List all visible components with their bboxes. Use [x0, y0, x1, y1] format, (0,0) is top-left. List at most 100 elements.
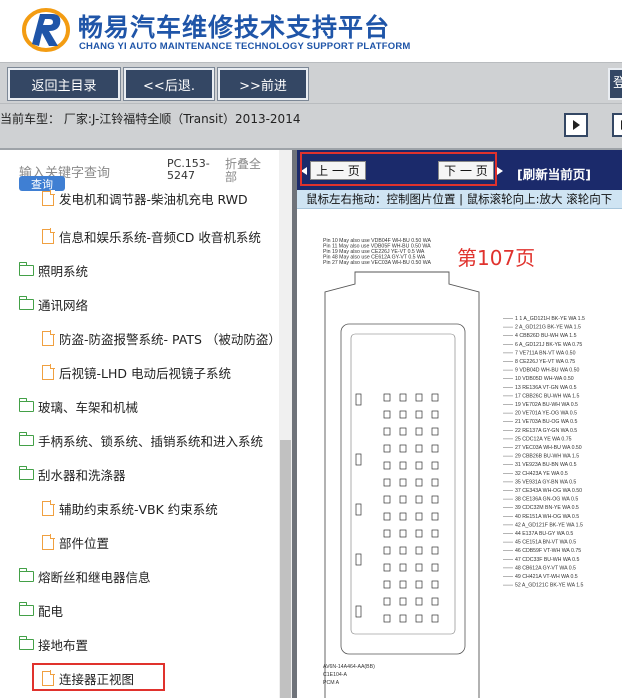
document-icon	[42, 190, 55, 206]
pin-row: 8 CE226J YE-VT WA 0.75	[515, 359, 575, 365]
header: 畅易汽车维修技术支持平台 CHANG YI AUTO MAINTENANCE T…	[0, 0, 622, 62]
pin-row: 32 CH423A YE WA 0.5	[515, 471, 568, 477]
tree-item-label: 发电机和调节器-柴油机充电 RWD	[59, 191, 248, 207]
folder-icon	[18, 465, 34, 480]
main-toolbar: 返回主目录 <<后退. >>前进 登	[0, 62, 622, 104]
tree-item-label: 信息和娱乐系统-音频CD 收音机系统	[59, 229, 261, 245]
tree-item-label: 通讯网络	[38, 297, 89, 313]
tree-item[interactable]: 辅助约束系统-VBK 约束系统	[42, 497, 218, 519]
tree-item-label: 刮水器和洗涤器	[38, 467, 126, 483]
pin-row: 10 VDB05D WH-WA 0.50	[515, 376, 574, 382]
catalog-scroll-thumb[interactable]	[280, 440, 291, 698]
tree-item-label: 玻璃、车架和机械	[38, 399, 139, 415]
tree-item[interactable]: 发电机和调节器-柴油机充电 RWD	[42, 187, 248, 209]
pin-row: 47 CDC33F BU-WH WA 0.5	[515, 557, 579, 563]
page-number: 第107页	[457, 246, 536, 270]
document-icon	[42, 534, 55, 550]
folder-icon	[18, 431, 34, 446]
tree-item[interactable]: 防盗-防盗报警系统- PATS （被动防盗）	[42, 327, 281, 349]
pin-row: 9 VDB04D WH-BU WA 0.50	[515, 368, 579, 374]
pin-row: 17 CBB26C BU-WH WA 1.5	[515, 393, 579, 399]
next-frame-button[interactable]	[564, 113, 588, 137]
pin-row: 2 A_GD121G BK-YE WA 1.5	[515, 325, 581, 331]
pin-row: 7 VE711A BN-VT WA 0.50	[515, 350, 576, 356]
pin-row: 49 CH421A VT-WH WA 0.5	[515, 574, 578, 580]
tree-item-label: 部件位置	[59, 535, 110, 551]
tree-item-label: 照明系统	[38, 263, 89, 279]
pin-row: 19 VE702A BU-WH WA 0.5	[515, 402, 578, 408]
viewer-hint: 鼠标左右拖动：控制图片位置 | 鼠标滚轮向上:放大 滚轮向下	[297, 190, 622, 209]
tree-item[interactable]: 熔断丝和继电器信息	[18, 565, 151, 587]
pin-row: 1 1 A_GD121H BK-YE WA 1.5	[515, 316, 585, 322]
diagram-footer-text: PCM A	[323, 680, 340, 686]
tree-item[interactable]: 部件位置	[42, 531, 109, 553]
pin-row: 35 VE931A GY-BN WA 0.5	[515, 479, 576, 485]
tree-item[interactable]: 玻璃、车架和机械	[18, 395, 139, 417]
folder-icon	[18, 295, 34, 310]
tree-item[interactable]: 接地布置	[18, 633, 89, 655]
current-vehicle: 当前车型： 厂家:J-江铃福特全顺（Transit）2013-2014	[0, 112, 301, 126]
pin-row: 44 E137A BU-GY WA 0.5	[515, 531, 573, 537]
brand-logo-icon	[22, 8, 70, 52]
folder-icon	[18, 635, 34, 650]
login-button[interactable]: 登	[608, 68, 622, 100]
pin-row: 31 VE923A BU-BN WA 0.5	[515, 462, 577, 468]
pc-code: PC.153-5247	[167, 157, 210, 182]
tree-item[interactable]: 通讯网络	[18, 293, 89, 315]
pin-row: 4 CBB26D BU-WH WA 1.5	[515, 333, 577, 339]
forward-button[interactable]: >>前进	[217, 67, 309, 101]
document-icon	[42, 228, 55, 244]
tree-item-label: 辅助约束系统-VBK 约束系统	[59, 501, 218, 517]
brand-title: 畅易汽车维修技术支持平台	[78, 13, 391, 42]
document-icon	[42, 364, 55, 380]
document-icon	[42, 330, 55, 346]
tree-item[interactable]: 信息和娱乐系统-音频CD 收音机系统	[42, 225, 261, 247]
brand-subtitle: CHANG YI AUTO MAINTENANCE TECHNOLOGY SUP…	[79, 41, 411, 52]
pin-row: 20 VE701A YE-OG WA 0.5	[515, 411, 577, 417]
info-bar: 当前车型： 厂家:J-江铃福特全顺（Transit）2013-2014	[0, 104, 622, 148]
tree-item-label: 配电	[38, 603, 64, 619]
diagram-footer-text: AV6N-14A464-AA(BB)	[323, 664, 375, 670]
folder-icon	[18, 567, 34, 582]
home-button[interactable]: 返回主目录	[7, 67, 121, 101]
tree-item[interactable]: 刮水器和洗涤器	[18, 463, 126, 485]
connector-diagram[interactable]: Pin 10 May also use VDB04F WH-BU 0.50 WA…	[319, 234, 622, 698]
diagram-note: Pin 27 May also use VEC03A WH-BU 0.50 WA	[323, 260, 431, 266]
tree-item[interactable]: 手柄系统、锁系统、插销系统和进入系统	[18, 429, 264, 451]
pin-row: 40 RE151A WH-OG WA 0.5	[515, 514, 579, 520]
pin-row: 38 CE136A GN-OG WA 0.5	[515, 497, 578, 503]
pin-row: 21 VE703A BU-OG WA 0.5	[515, 419, 577, 425]
play-icon	[572, 120, 580, 130]
pin-row: 37 CE343A WH-OG WA 0.50	[515, 488, 582, 494]
tree-item-label: 接地布置	[38, 637, 89, 653]
diagram-viewer: 上 一 页 下 一 页 [刷新当前页] 鼠标左右拖动：控制图片位置 | 鼠标滚轮…	[297, 150, 622, 698]
next-arrow-icon	[497, 167, 503, 175]
folder-icon	[18, 261, 34, 276]
pin-row: 42 A_GD121F BK-YE WA 1.5	[515, 522, 583, 528]
pin-row: 22 RE137A GY-GN WA 0.5	[515, 428, 577, 434]
end-frame-button[interactable]	[612, 113, 622, 137]
refresh-page-button[interactable]: [刷新当前页]	[517, 164, 591, 183]
pin-row: 13 RE136A VT-GN WA 0.5	[515, 385, 577, 391]
tree-item-label: 手柄系统、锁系统、插销系统和进入系统	[38, 433, 264, 449]
pin-row: 45 CE151A BN-VT WA 0.5	[515, 540, 576, 546]
viewer-nav-bar: 上 一 页 下 一 页 [刷新当前页]	[297, 150, 622, 190]
folder-icon	[18, 397, 34, 412]
pin-row: 48 CB612A GY-VT WA 0.5	[515, 565, 576, 571]
tree-item[interactable]: 照明系统	[18, 259, 89, 281]
nav-highlight	[300, 152, 497, 186]
tree-item-label: 后视镜-LHD 电动后视镜子系统	[59, 365, 231, 381]
tree-item-label: 防盗-防盗报警系统- PATS （被动防盗）	[59, 331, 281, 347]
app-window: 畅易汽车维修技术支持平台 CHANG YI AUTO MAINTENANCE T…	[0, 0, 622, 698]
tree-item[interactable]: 配电	[18, 599, 64, 621]
document-icon	[42, 500, 55, 516]
diagram-footer-text: C1E104-A	[323, 672, 347, 678]
pin-row: 25 CDC12A YE WA 0.75	[515, 436, 572, 442]
folder-icon	[18, 601, 34, 616]
pin-row: 52 A_GD121C BK-YE WA 1.5	[515, 583, 584, 589]
tree-item[interactable]: 后视镜-LHD 电动后视镜子系统	[42, 361, 231, 383]
pin-row: 46 CDB59F VT-WH WA 0.75	[515, 548, 581, 554]
pin-row: 29 CBB26B BU-WH WA 1.5	[515, 454, 579, 460]
collapse-all-button[interactable]: 折叠全部	[225, 158, 265, 184]
back-button[interactable]: <<后退.	[123, 67, 215, 101]
